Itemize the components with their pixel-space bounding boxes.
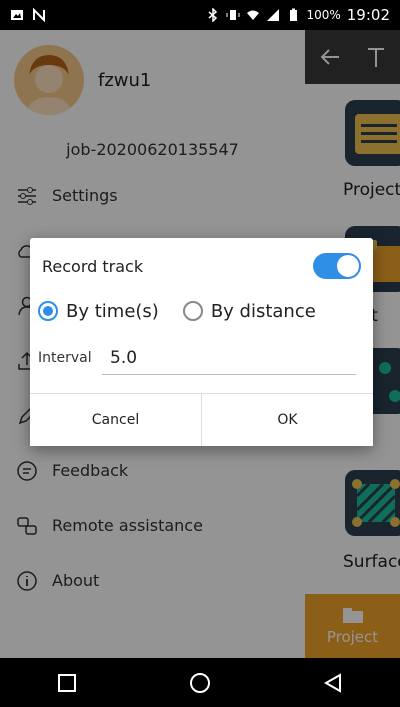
radio-by-distance[interactable]: By distance bbox=[182, 300, 316, 322]
clock: 19:02 bbox=[346, 6, 390, 24]
vibrate-icon bbox=[226, 10, 240, 20]
status-bar: 100% 19:02 bbox=[0, 0, 400, 30]
home-button[interactable] bbox=[180, 663, 220, 703]
record-mode-radio-group: By time(s) By distance bbox=[30, 294, 373, 328]
dialog-title-row: Record track bbox=[30, 238, 373, 294]
ok-button[interactable]: OK bbox=[201, 394, 373, 446]
record-track-toggle[interactable] bbox=[313, 253, 361, 279]
record-track-dialog: Record track By time(s) By distance Inte… bbox=[30, 238, 373, 446]
battery-percent: 100% bbox=[306, 8, 341, 22]
interval-input[interactable] bbox=[102, 341, 356, 375]
radio-by-time-label: By time(s) bbox=[66, 300, 159, 322]
battery-icon bbox=[290, 8, 298, 21]
square-icon bbox=[57, 673, 76, 692]
interval-row: Interval bbox=[30, 328, 373, 388]
circle-icon bbox=[189, 672, 210, 693]
dialog-title: Record track bbox=[42, 256, 144, 276]
bluetooth-icon bbox=[208, 8, 218, 22]
toggle-knob bbox=[337, 255, 359, 277]
signal-icon bbox=[267, 9, 280, 21]
radio-by-time[interactable]: By time(s) bbox=[38, 301, 159, 322]
cancel-button[interactable]: Cancel bbox=[30, 394, 201, 446]
interval-label: Interval bbox=[38, 350, 92, 366]
system-nav-bar bbox=[0, 658, 400, 707]
image-notification-icon bbox=[11, 10, 23, 20]
wifi-icon bbox=[247, 10, 260, 20]
radio-by-distance-indicator bbox=[182, 301, 203, 321]
n-notification-icon bbox=[33, 8, 45, 22]
triangle-back-icon bbox=[324, 672, 342, 693]
recents-button[interactable] bbox=[47, 663, 87, 703]
back-button[interactable] bbox=[313, 663, 353, 703]
dialog-actions: Cancel OK bbox=[30, 393, 373, 446]
radio-by-distance-label: By distance bbox=[210, 300, 316, 322]
radio-by-time-indicator bbox=[38, 301, 58, 321]
